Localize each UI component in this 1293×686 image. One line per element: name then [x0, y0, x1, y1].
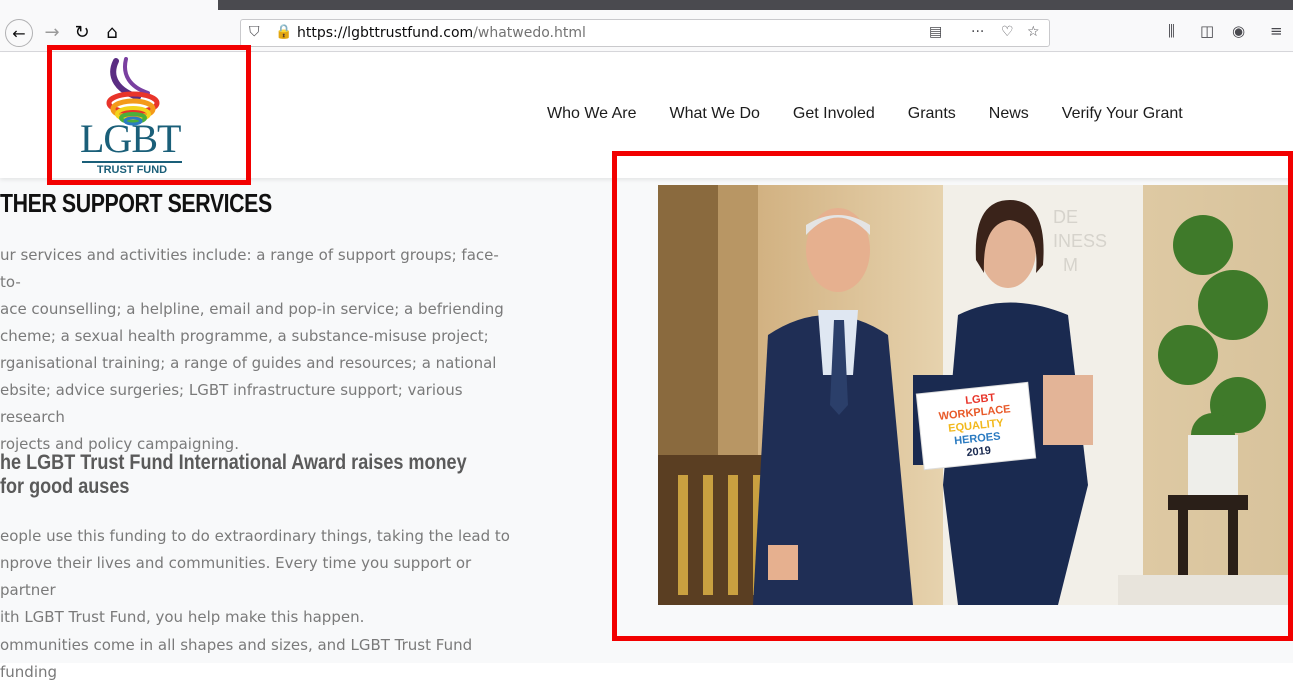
nav-grants[interactable]: Grants [908, 105, 956, 123]
url-path: /whatwedo.html [473, 25, 586, 41]
funding-paragraph: eople use this funding to do extraordina… [0, 523, 510, 631]
sidebar-icon[interactable]: ◫ [1200, 22, 1214, 40]
back-button[interactable]: ← [5, 19, 33, 47]
paragraph-line: cheme; a sexual health programme, a subs… [0, 327, 489, 345]
home-icon: ⌂ [106, 21, 118, 43]
url-domain: https://lgbttrustfund.com [297, 25, 474, 41]
reload-icon: ↻ [74, 21, 90, 43]
reload-button[interactable]: ↻ [70, 20, 94, 44]
main-navigation: Who We Are What We Do Get Involed Grants… [547, 105, 1183, 123]
paragraph-line: ebsite; advice surgeries; LGBT infrastru… [0, 381, 463, 426]
library-icon[interactable]: ⫼ [1168, 22, 1175, 40]
nav-news[interactable]: News [989, 105, 1029, 123]
bookmark-star-icon[interactable]: ☆ [1027, 24, 1040, 40]
award-heading: he LGBT Trust Fund International Award r… [0, 451, 467, 498]
page-actions-icon[interactable]: ··· [971, 24, 984, 40]
paragraph-line: nprove their lives and communities. Ever… [0, 554, 472, 599]
section-heading: THER SUPPORT SERVICES [0, 188, 272, 218]
forward-button[interactable]: → [40, 20, 64, 44]
tab-strip [218, 0, 1293, 10]
nav-what-we-do[interactable]: What We Do [670, 105, 760, 123]
forward-arrow-icon: → [44, 21, 60, 43]
home-button[interactable]: ⌂ [100, 20, 124, 44]
url-bar[interactable]: ⛉ 🔒 https://lgbttrustfund.com/whatwedo.h… [240, 19, 1050, 47]
url-text: https://lgbttrustfund.com/whatwedo.html [297, 25, 586, 41]
shield-icon: ⛉ [249, 24, 260, 40]
back-arrow-icon: ← [12, 23, 26, 43]
pocket-icon[interactable]: ♡ [1001, 24, 1014, 40]
paragraph-line: ace counselling; a helpline, email and p… [0, 300, 504, 318]
paragraph-line: ith LGBT Trust Fund, you help make this … [0, 608, 365, 626]
menu-icon[interactable]: ≡ [1270, 22, 1283, 40]
communities-paragraph: ommunities come in all shapes and sizes,… [0, 636, 473, 681]
lock-icon: 🔒 [275, 24, 293, 40]
photo-highlight-box [612, 151, 1293, 641]
nav-who-we-are[interactable]: Who We Are [547, 105, 637, 123]
nav-get-involved[interactable]: Get Involed [793, 105, 875, 123]
nav-verify-grant[interactable]: Verify Your Grant [1062, 105, 1183, 123]
services-paragraph: ur services and activities include: a ra… [0, 242, 510, 458]
reader-view-icon[interactable]: ▤ [929, 24, 942, 40]
logo-highlight-box [47, 45, 251, 185]
paragraph-line: eople use this funding to do extraordina… [0, 527, 510, 545]
paragraph-line: rganisational training; a range of guide… [0, 354, 497, 372]
account-icon[interactable]: ◉ [1232, 22, 1245, 40]
paragraph-line: ur services and activities include: a ra… [0, 246, 499, 291]
